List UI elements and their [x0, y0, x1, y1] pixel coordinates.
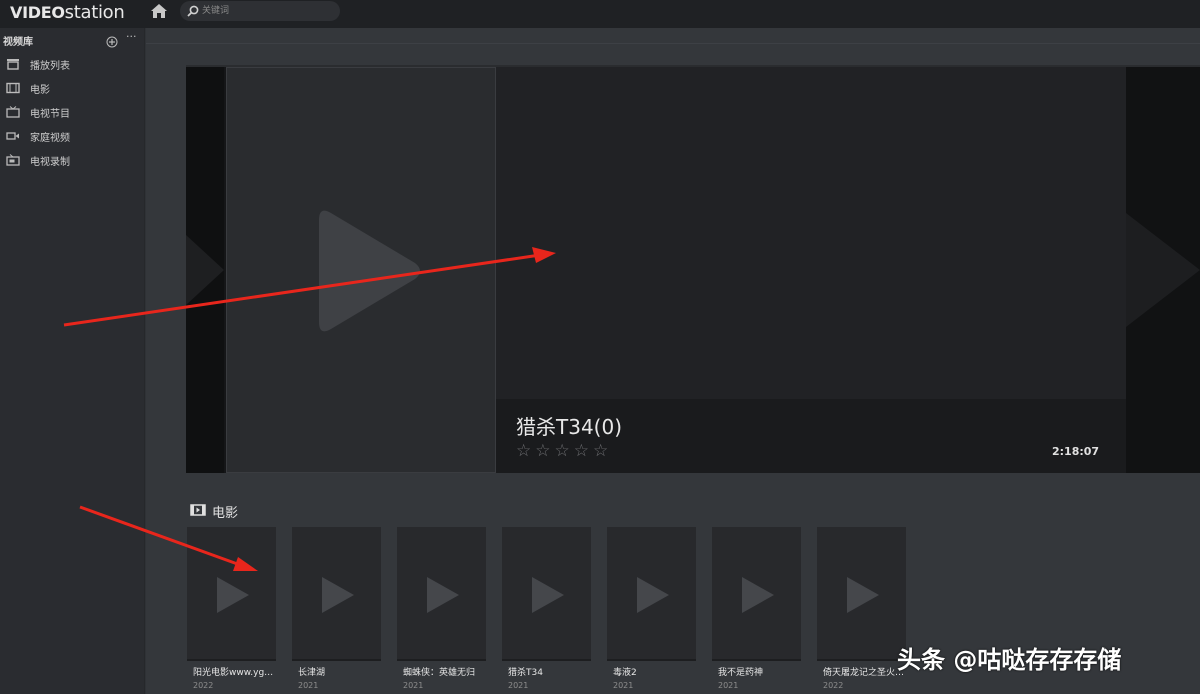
annotation-arrows [63, 247, 556, 571]
annotation-arrow [63, 247, 556, 327]
watermark-text: 头条 @咕哒存存存储 [897, 646, 1122, 674]
annotation-arrow [79, 505, 258, 571]
